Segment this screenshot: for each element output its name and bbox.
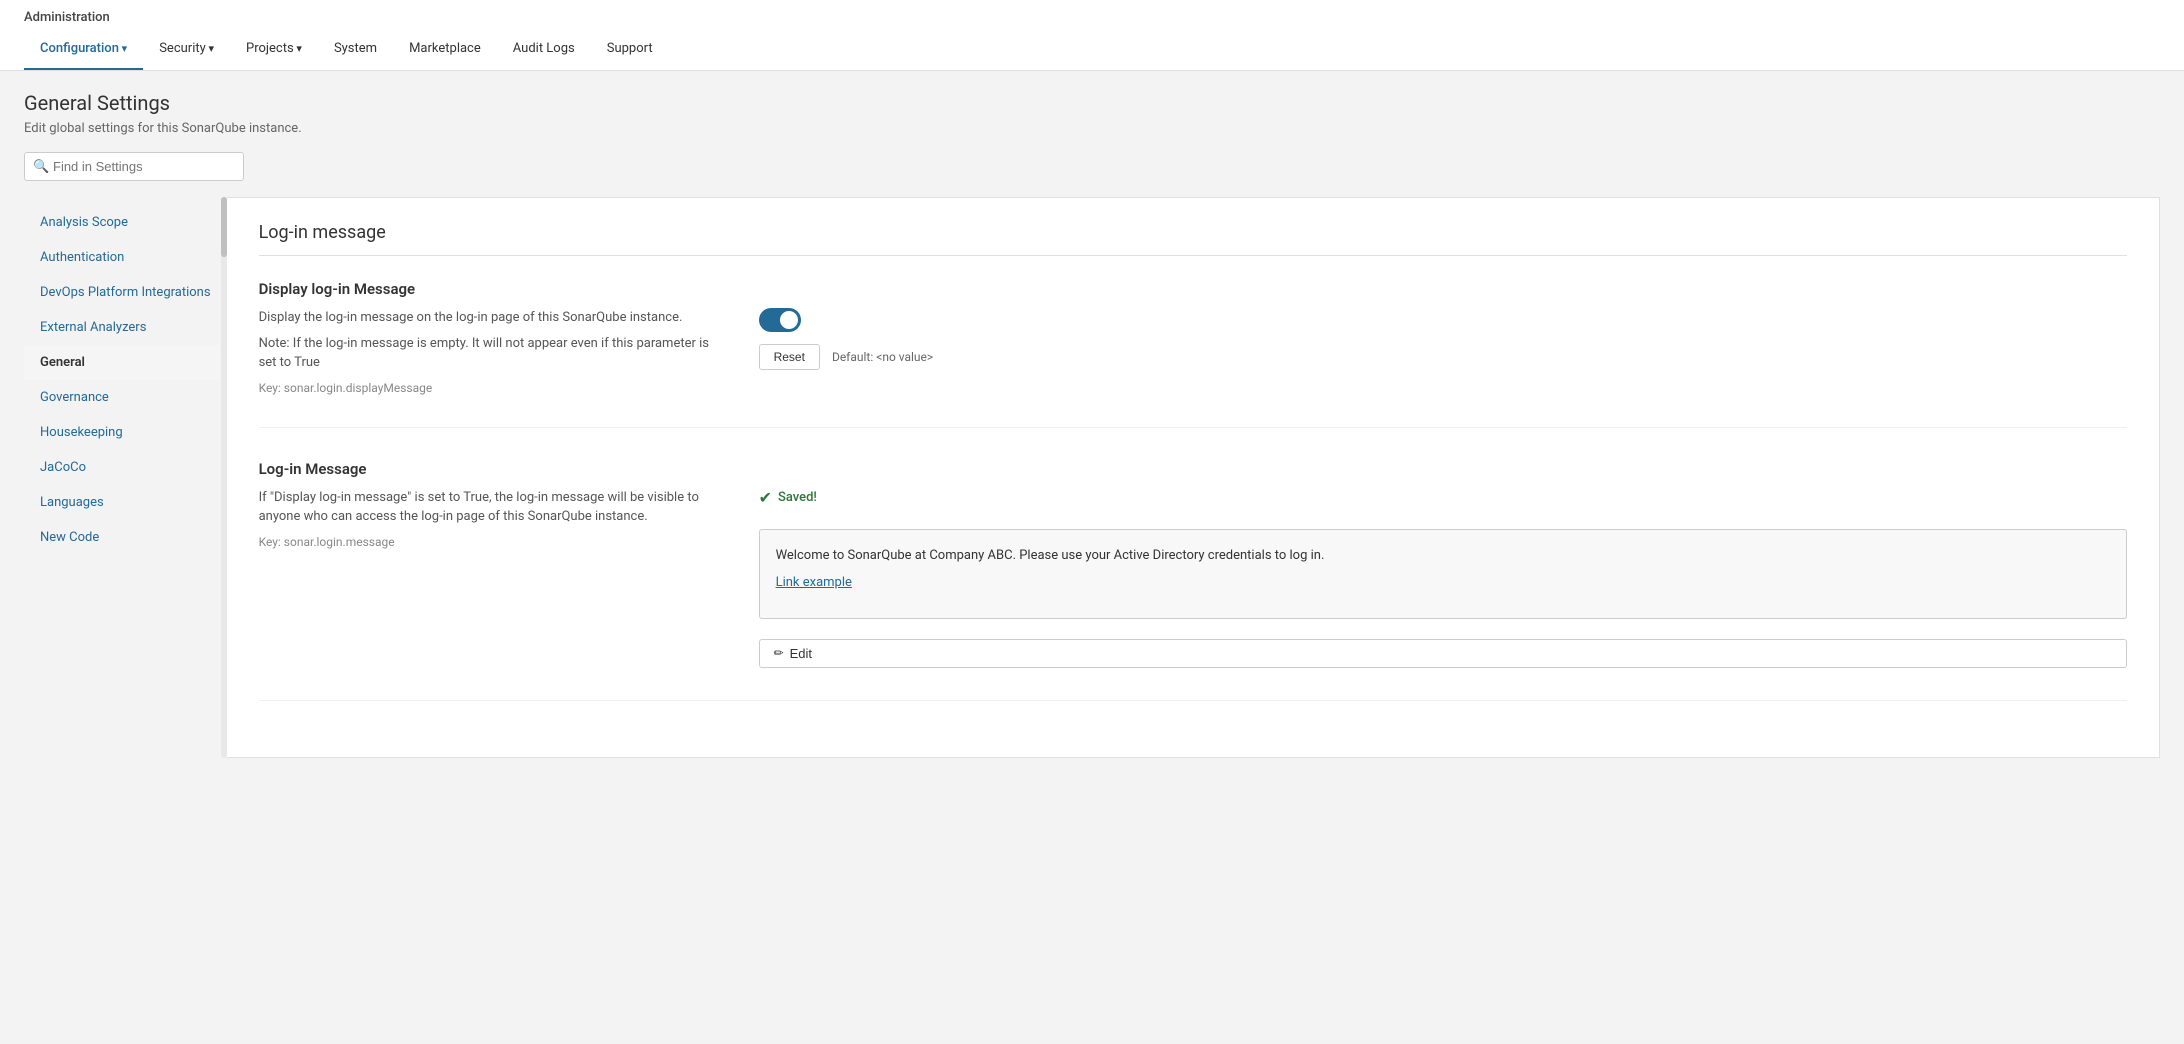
sidebar: Analysis Scope Authentication DevOps Pla…: [24, 197, 227, 758]
setting2-desc: If "Display log-in message" is set to Tr…: [259, 488, 719, 549]
sidebar-item-jacoco[interactable]: JaCoCo: [24, 450, 227, 485]
setting1-desc2: Note: If the log-in message is empty. It…: [259, 334, 719, 373]
setting-login-message: Log-in Message If "Display log-in messag…: [259, 460, 2127, 701]
sidebar-item-authentication[interactable]: Authentication: [24, 240, 227, 275]
pencil-icon: ✏: [774, 646, 784, 660]
tab-configuration[interactable]: Configuration: [24, 29, 143, 70]
tab-marketplace[interactable]: Marketplace: [393, 29, 497, 70]
sidebar-item-new-code[interactable]: New Code: [24, 520, 227, 555]
sidebar-item-general[interactable]: General: [24, 345, 227, 380]
tab-system[interactable]: System: [318, 29, 393, 70]
setting2-key: Key: sonar.login.message: [259, 535, 719, 549]
setting1-name: Display log-in Message: [259, 280, 2127, 298]
setting-display-login-message: Display log-in Message Display the log-i…: [259, 280, 2127, 428]
sidebar-item-external-analyzers[interactable]: External Analyzers: [24, 310, 227, 345]
tab-security[interactable]: Security: [143, 29, 230, 70]
saved-checkmark-icon: ✔: [759, 488, 772, 507]
toggle-slider: [759, 308, 801, 332]
tab-support[interactable]: Support: [591, 29, 669, 70]
search-bar: 🔍: [24, 152, 2160, 181]
setting1-desc: Display the log-in message on the log-in…: [259, 308, 719, 395]
default-value-text: Default: <no value>: [832, 350, 933, 364]
page-title: General Settings: [24, 91, 2160, 115]
sidebar-item-housekeeping[interactable]: Housekeeping: [24, 415, 227, 450]
setting1-key: Key: sonar.login.displayMessage: [259, 381, 719, 395]
section-title: Log-in message: [259, 222, 2127, 256]
message-text: Welcome to SonarQube at Company ABC. Ple…: [776, 548, 1325, 563]
edit-button[interactable]: ✏ Edit: [759, 639, 2127, 668]
message-link[interactable]: Link example: [776, 573, 2110, 593]
setting2-desc1: If "Display log-in message" is set to Tr…: [259, 488, 719, 527]
saved-label: Saved!: [778, 490, 817, 505]
search-icon: 🔍: [33, 159, 49, 174]
nav-tabs: Configuration Security Projects System M…: [24, 29, 2160, 70]
edit-label: Edit: [790, 646, 812, 661]
display-message-toggle[interactable]: ✓: [759, 308, 801, 332]
tab-audit-logs[interactable]: Audit Logs: [497, 29, 591, 70]
admin-title: Administration: [24, 0, 2160, 29]
reset-button[interactable]: Reset: [759, 344, 820, 370]
page-subtitle: Edit global settings for this SonarQube …: [24, 121, 2160, 136]
tab-projects[interactable]: Projects: [230, 29, 318, 70]
content-layout: Analysis Scope Authentication DevOps Pla…: [24, 197, 2160, 758]
setting2-control: ✔ Saved! Welcome to SonarQube at Company…: [759, 488, 2127, 668]
setting2-name: Log-in Message: [259, 460, 2127, 478]
sidebar-item-governance[interactable]: Governance: [24, 380, 227, 415]
main-content: Log-in message Display log-in Message Di…: [227, 197, 2160, 758]
message-box: Welcome to SonarQube at Company ABC. Ple…: [759, 529, 2127, 619]
toggle-wrap: ✓: [759, 308, 2127, 332]
sidebar-item-languages[interactable]: Languages: [24, 485, 227, 520]
saved-message: ✔ Saved!: [759, 488, 2127, 507]
setting1-desc1: Display the log-in message on the log-in…: [259, 308, 719, 328]
setting1-control: ✓ Reset Default: <no value>: [759, 308, 2127, 370]
reset-row: Reset Default: <no value>: [759, 344, 2127, 370]
page-header: General Settings Edit global settings fo…: [24, 71, 2160, 152]
search-input[interactable]: [24, 152, 244, 181]
sidebar-item-analysis-scope[interactable]: Analysis Scope: [24, 205, 227, 240]
sidebar-item-devops-platform[interactable]: DevOps Platform Integrations: [24, 275, 227, 310]
